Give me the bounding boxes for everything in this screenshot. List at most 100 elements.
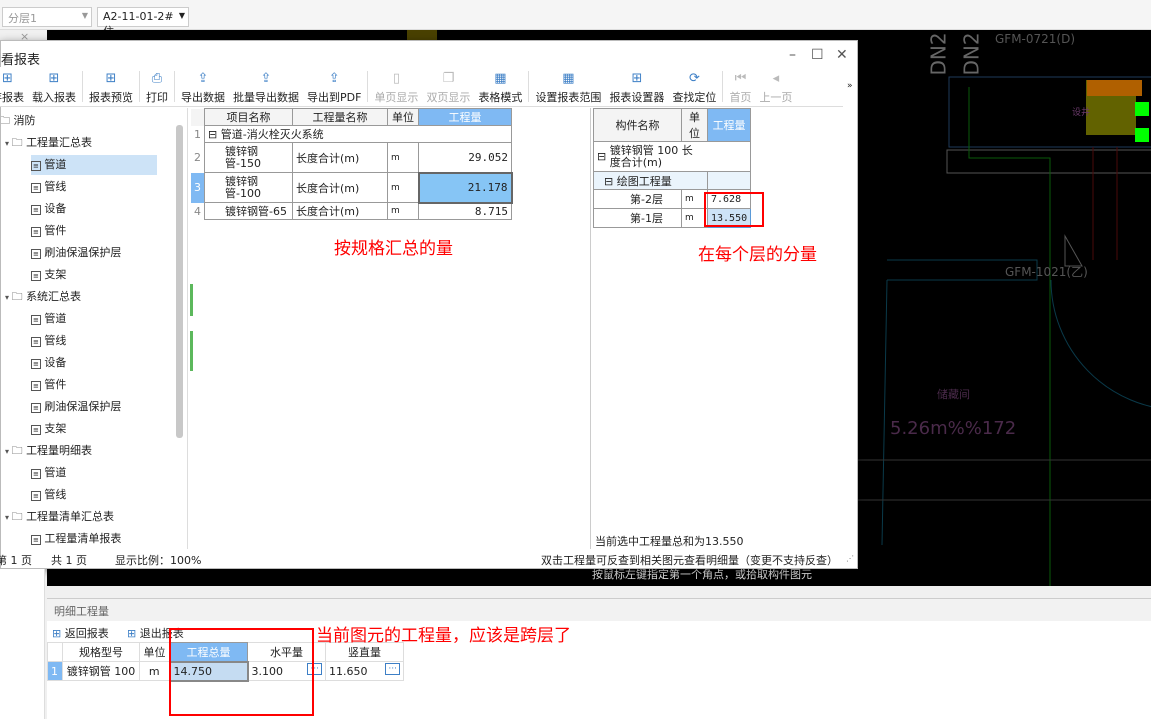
toolbar-button-4[interactable]: ⇪ 导出数据 [177,67,229,105]
col-header[interactable]: 工程量 [706,108,752,142]
cell-spec: 镀锌钢管 100 [62,661,140,681]
cell-name: 镀锌钢管-150 [204,142,293,173]
toolbar-button-12[interactable]: ⟳ 查找定位 [668,67,720,105]
collapse-icon[interactable]: ⊟ [208,128,217,141]
col-header[interactable]: 项目名称 [204,108,293,126]
toolbar-separator [82,71,83,102]
tree-item[interactable]: ≡ 设备 [31,353,66,373]
row-number: 2 [194,151,201,164]
toolbar-label: 报表设置器 [609,91,665,104]
double-page-icon: ❐ [442,71,455,86]
table-icon: ⊞ [2,71,13,86]
grid-icon: ▦ [494,71,507,86]
tree-item[interactable]: ≡ 管道 [31,155,157,175]
table-row[interactable]: 3 镀锌钢管-100 长度合计(m) m 21.178 [191,171,513,204]
tree-item[interactable]: ≡ 支架 [31,265,66,285]
col-header[interactable]: 单位 [387,108,419,126]
toolbar-button-0[interactable]: ⊞ 存报表 [0,67,28,105]
dialog-title: 看报表 [1,53,41,68]
toolbar-button-13[interactable]: ⏮ 首页 [725,67,755,105]
toolbar-button-6[interactable]: ⇪ 导出到PDF [303,67,365,105]
cell-vertical[interactable]: 11.650 [329,665,368,678]
table-row[interactable]: 4 镀锌钢管-65 长度合计(m) m 8.715 [191,202,512,220]
tree-item[interactable]: ≡ 管道 [31,463,66,483]
tree-label: 管件 [44,224,67,237]
cell-unit: m [387,172,419,203]
splitter-handle[interactable] [190,284,193,316]
tree-item[interactable]: ≡ 刷油保温保护层 [31,243,121,263]
tree-item[interactable]: ▾ 🗀 工程量清单汇总表 [5,507,114,527]
drawing-select[interactable]: A2-11-01-2#住▼ [97,7,189,38]
minimize-icon[interactable]: – [789,47,796,63]
toolbar-button-2[interactable]: ⊞ 报表预览 [85,67,137,105]
tree-item[interactable]: ≡ 支架 [31,419,66,439]
col-header[interactable]: 单位 [681,108,708,142]
cell-unit: m [139,661,170,681]
resize-grip-icon[interactable]: ⋰ [846,554,854,563]
detail-panel: 明细工程量 ⊞ 返回报表 ⊞ 退出报表 规格型号 单位 工程总量 水平量 竖直量 1 镀锌… [47,598,1151,719]
ellipsis-button[interactable]: ··· [385,663,400,675]
cad-label: 设井 [1072,108,1091,118]
cell-value[interactable]: 29.052 [418,142,512,173]
toolbar-button-10[interactable]: ▦ 设置报表范围 [531,67,605,105]
toolbar-button-7[interactable]: ▯ 单页显示 [370,67,422,105]
col-header[interactable]: 工程量 [418,108,512,126]
tree-item[interactable]: ≡ 刷油保温保护层 [31,397,121,417]
tree-item[interactable]: ≡ 设备 [31,199,66,219]
tree-item[interactable]: ≡ 管件 [31,375,66,395]
load-table-icon: ⊞ [48,71,60,86]
tree-item[interactable]: 🗀 消防 [1,111,36,131]
cad-label: 储藏间 [937,388,970,401]
toolbar-button-11[interactable]: ⊞ 报表设置器 [605,67,668,105]
cell-qty-name: 长度合计(m) [292,202,388,220]
col-header[interactable]: 构件名称 [593,108,682,142]
tree-item[interactable]: ▾ 🗀 系统汇总表 [5,287,81,307]
document-icon: ≡ [31,227,41,237]
tree-label: 设备 [44,202,67,215]
tree-item[interactable]: ≡ 管线 [31,177,66,197]
col-header[interactable]: 工程量名称 [292,108,388,126]
tree-item[interactable]: ▾ 🗀 工程量明细表 [5,441,92,461]
maximize-icon[interactable]: ☐ [811,47,824,63]
annotation-box [169,628,314,716]
tree-item[interactable]: ≡ 管道 [31,309,66,329]
tree-item[interactable]: ≡ 管线 [31,485,66,505]
toolbar-button-3[interactable]: ⎙ 打印 [142,67,172,105]
cell-qty-name: 长度合计(m) [292,142,388,173]
toolbar-label: 首页 [729,91,752,104]
toolbar-button-1[interactable]: ⊞ 载入报表 [28,67,80,105]
tree-label: 管件 [44,378,67,391]
table-row[interactable]: 2 镀锌钢管-150 长度合计(m) m 29.052 [191,142,512,173]
col-header[interactable]: 规格型号 [62,642,140,662]
more-icon[interactable]: » [847,81,853,91]
document-icon: ≡ [31,403,41,413]
tree-item[interactable]: ▾ 🗀 工程量汇总表 [5,133,92,153]
cell-value[interactable]: 21.178 [417,171,513,204]
splitter-handle[interactable] [190,331,193,371]
row-number: 4 [194,204,201,218]
zoom-level: 显示比例：100% [115,554,202,567]
toolbar-button-8[interactable]: ❐ 双页显示 [422,67,474,105]
cad-label: DN2 [959,32,984,76]
cad-label: DN2 [926,32,951,76]
prev-page-icon: ◂ [772,71,780,86]
back-report-button[interactable]: ⊞ 返回报表 [52,625,109,641]
close-icon[interactable]: ✕ [836,47,848,63]
tree-label: 系统汇总表 [26,290,82,303]
toolbar-label: 单页显示 [374,91,419,104]
tree-scrollbar[interactable] [176,125,183,438]
collapse-icon[interactable]: ⊟ [597,150,606,163]
collapse-icon[interactable]: ⊟ [604,175,613,188]
toolbar-separator [139,71,140,102]
toolbar-button-14[interactable]: ◂ 上一页 [755,67,796,105]
cell-value[interactable]: 8.715 [418,202,512,220]
tree-item[interactable]: ≡ 管线 [31,331,66,351]
tree-item[interactable]: ≡ 工程量清单报表 [31,529,121,549]
toolbar-button-9[interactable]: ▦ 表格模式 [474,67,526,105]
col-header[interactable]: 单位 [139,642,170,662]
floor-select[interactable]: 分层1 ▼ [2,7,92,27]
row-number: 1 [47,661,63,681]
toolbar-button-5[interactable]: ⇪ 批量导出数据 [229,67,303,105]
folder-icon: 🗀 [1,114,10,127]
tree-item[interactable]: ≡ 管件 [31,221,66,241]
